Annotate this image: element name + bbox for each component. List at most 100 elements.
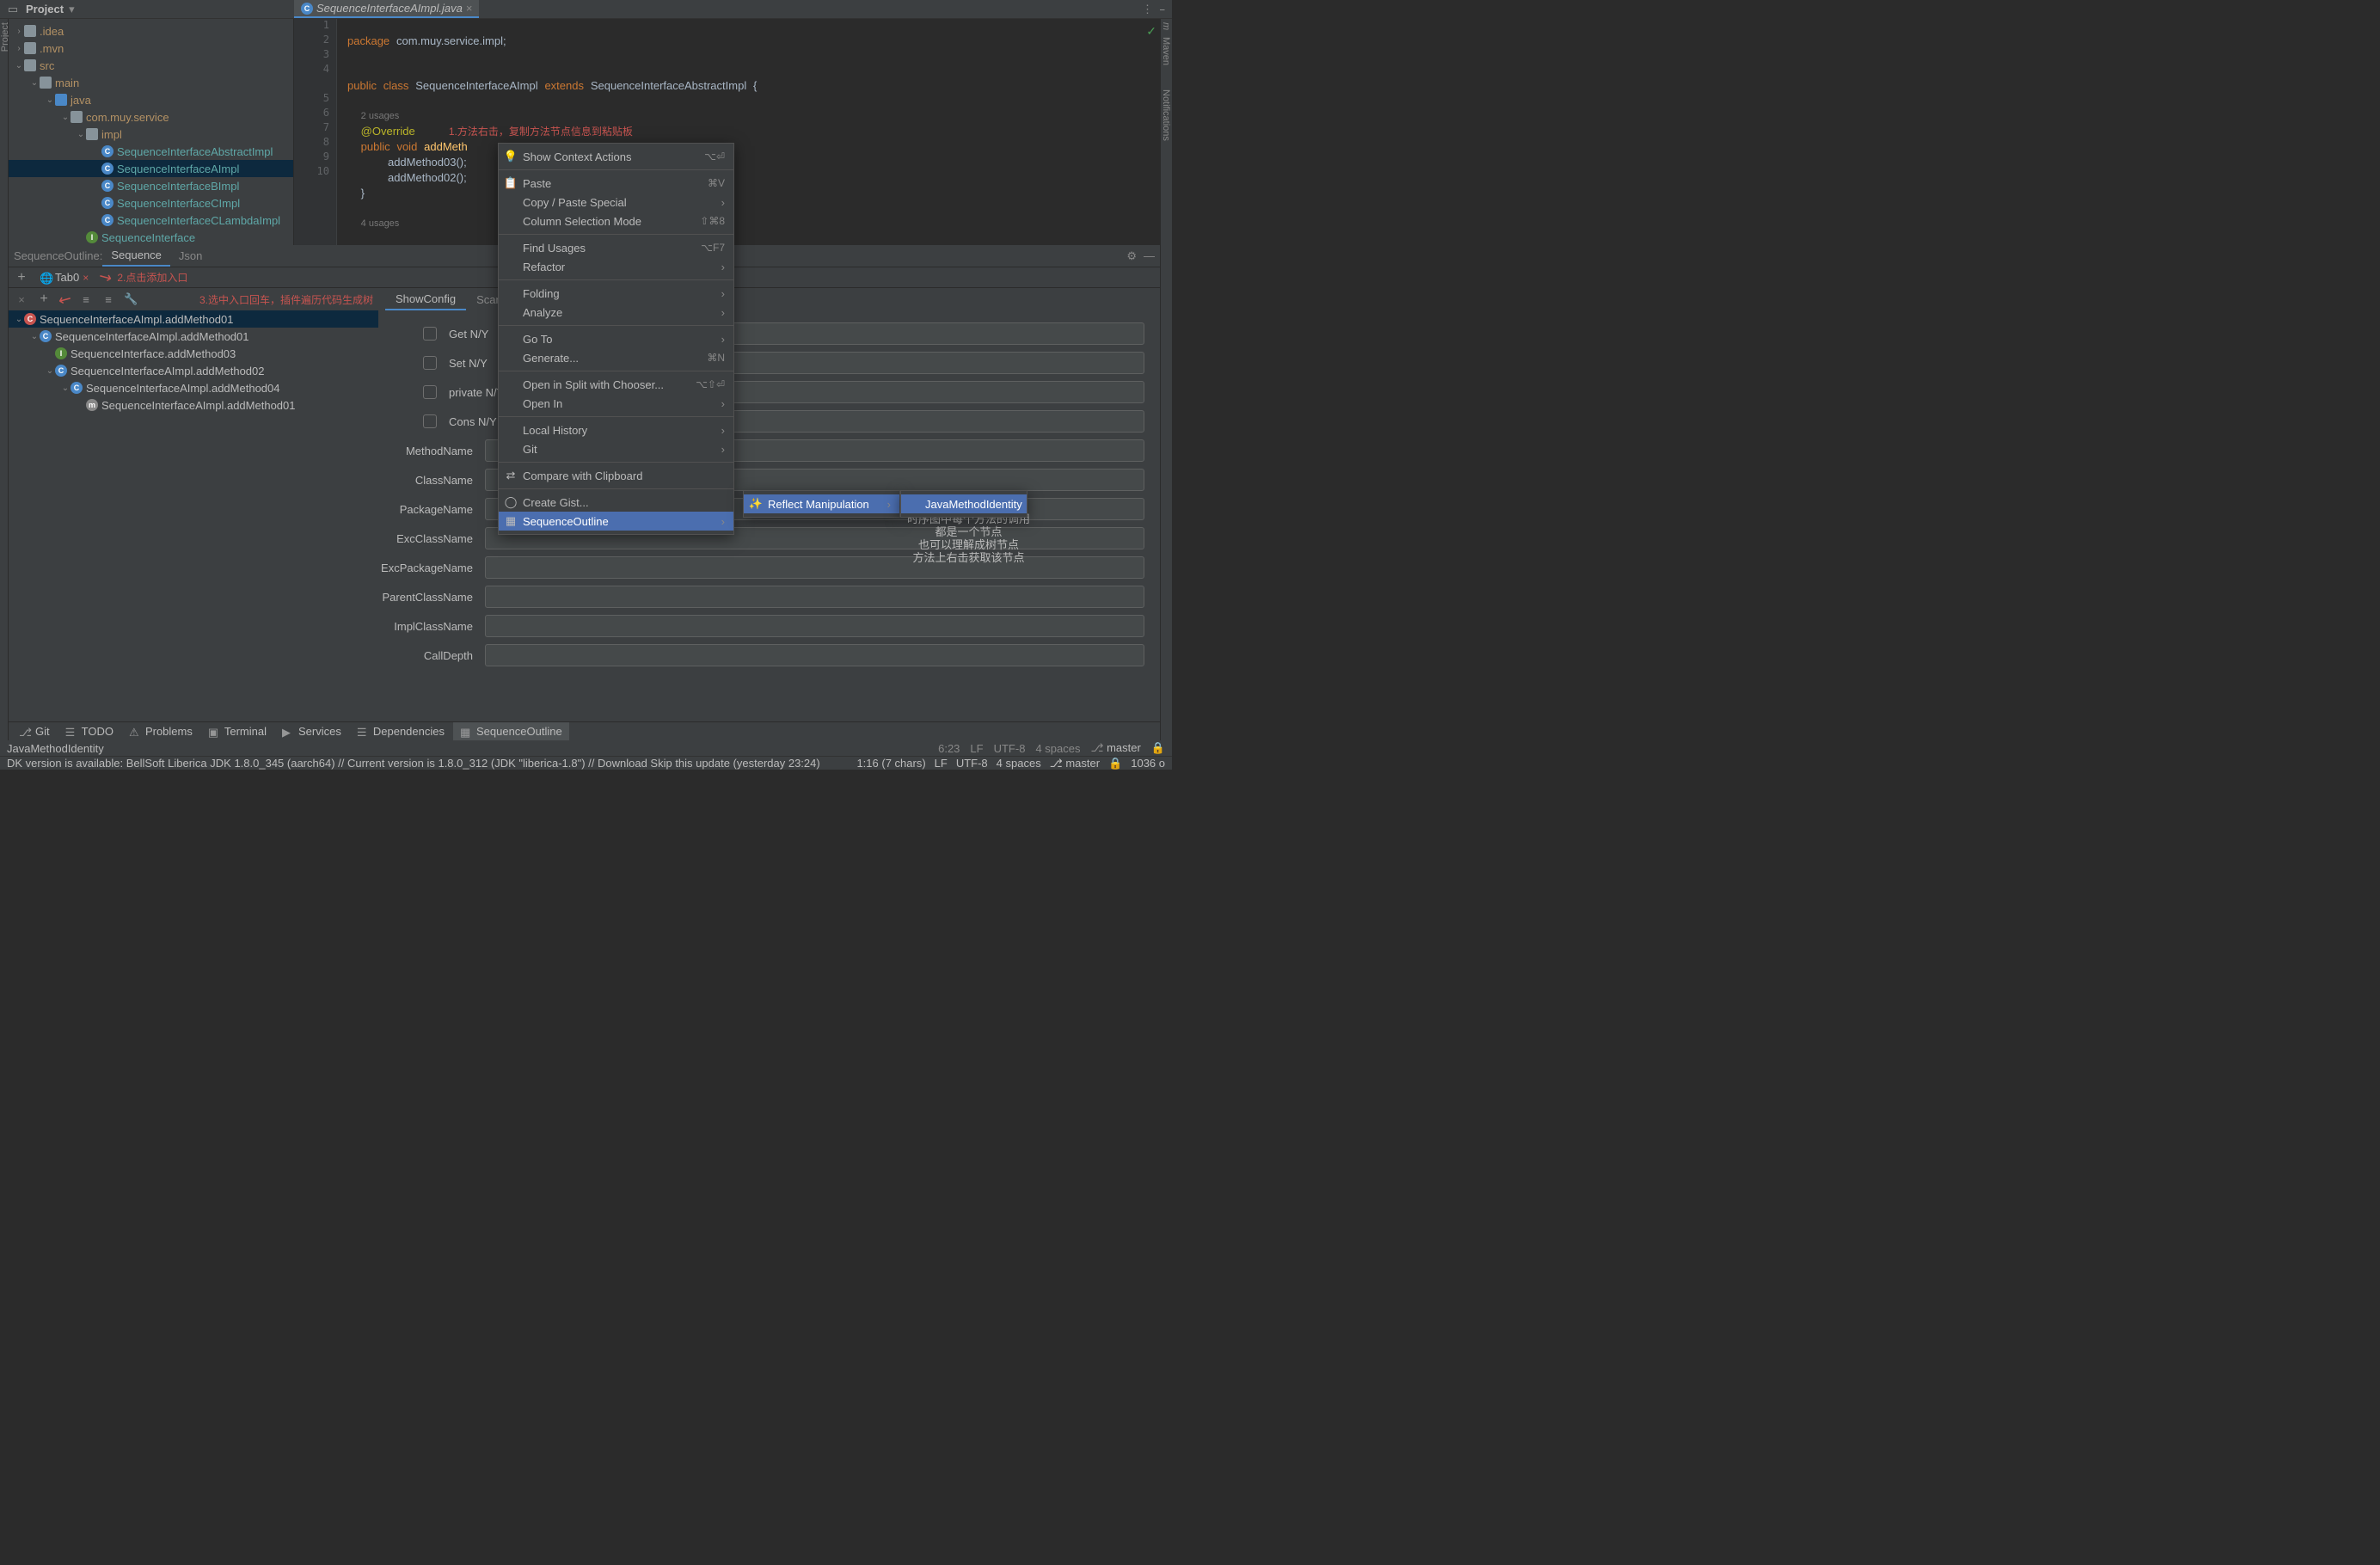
add-button[interactable]: +	[36, 292, 52, 307]
expand-icon[interactable]: ⌄	[76, 129, 86, 139]
menu-item[interactable]: Open in Split with Chooser...⌥⇧⏎	[499, 375, 733, 394]
tree-item[interactable]: CSequenceInterfaceCLambdaImpl	[9, 212, 293, 229]
indent[interactable]: 4 spaces	[1035, 742, 1080, 755]
menu-item[interactable]: 💡Show Context Actions⌥⏎	[499, 147, 733, 166]
line-sep[interactable]: LF	[970, 742, 983, 755]
cursor-pos2[interactable]: 1:16 (7 chars)	[856, 757, 925, 770]
menu-item[interactable]: Local History›	[499, 420, 733, 439]
tree-item[interactable]: CSequenceInterfaceAbstractImpl	[9, 143, 293, 160]
collapse-icon[interactable]: ≡	[101, 292, 116, 307]
expand-icon[interactable]: ⌄	[60, 112, 71, 122]
seq-tree-item[interactable]: ⌄CSequenceInterfaceAImpl.addMethod04	[9, 379, 378, 396]
tree-item[interactable]: CSequenceInterfaceAImpl	[9, 160, 293, 177]
tree-item[interactable]: ISequenceInterface	[9, 229, 293, 246]
menu-item[interactable]: Open In›	[499, 394, 733, 413]
expand-icon[interactable]: ⌄	[29, 77, 40, 88]
lock-icon[interactable]: 🔒	[1151, 741, 1165, 755]
menu-item[interactable]: Find Usages⌥F7	[499, 238, 733, 257]
tab-json[interactable]: Json	[170, 246, 211, 266]
menu-item[interactable]: Folding›	[499, 284, 733, 303]
close-icon[interactable]: ×	[83, 272, 89, 284]
menu-item[interactable]: Copy / Paste Special›	[499, 193, 733, 212]
checkbox[interactable]	[423, 356, 437, 370]
tree-item[interactable]: ⌄java	[9, 91, 293, 108]
menu-item[interactable]: Generate...⌘N	[499, 348, 733, 367]
expand-icon[interactable]	[45, 348, 55, 359]
expand-icon[interactable]: ⌄	[60, 383, 71, 393]
stripe-maven[interactable]: Maven	[1161, 34, 1171, 69]
tab0[interactable]: 🌐 Tab0 ×	[34, 269, 94, 285]
encoding[interactable]: UTF-8	[994, 742, 1026, 755]
expand-icon[interactable]: ⌄	[14, 314, 24, 324]
stripe-notifications[interactable]: Notifications	[1161, 86, 1171, 144]
seq-tree-item[interactable]: ⌄CSequenceInterfaceAImpl.addMethod02	[9, 362, 378, 379]
expand-icon[interactable]: ⌄	[45, 95, 55, 105]
toolwin-problems[interactable]: ⚠Problems	[122, 722, 199, 740]
toolwin-sequenceoutline[interactable]: ▦SequenceOutline	[453, 722, 569, 740]
toolwin-terminal[interactable]: ▣Terminal	[201, 722, 273, 740]
dropdown-icon[interactable]: ▾	[69, 3, 75, 16]
menu-item[interactable]: ◯Create Gist...	[499, 493, 733, 512]
editor-tab-active[interactable]: C SequenceInterfaceAImpl.java ×	[294, 0, 479, 18]
expand-icon[interactable]: ›	[14, 26, 24, 36]
menu-item[interactable]: ▦SequenceOutline›	[499, 512, 733, 531]
stripe-m[interactable]: m	[1161, 19, 1171, 34]
expand-icon[interactable]: ≡	[78, 292, 94, 307]
menu-item[interactable]: ⇄Compare with Clipboard	[499, 466, 733, 485]
expand-icon[interactable]	[91, 146, 101, 156]
expand-icon[interactable]	[91, 181, 101, 191]
tree-item[interactable]: CSequenceInterfaceCImpl	[9, 194, 293, 212]
submenu-item[interactable]: ✨Reflect Manipulation›	[744, 494, 899, 513]
minimize-icon[interactable]: —	[1144, 249, 1155, 263]
wrench-icon[interactable]: 🔧	[123, 292, 138, 307]
toolwin-todo[interactable]: ☰TODO	[58, 722, 120, 740]
tree-item[interactable]: CSequenceInterfaceBImpl	[9, 177, 293, 194]
expand-icon[interactable]: ⌄	[45, 365, 55, 376]
checkbox[interactable]	[423, 327, 437, 341]
close-icon[interactable]: ×	[466, 2, 473, 15]
tab-showconfig[interactable]: ShowConfig	[385, 289, 466, 310]
seq-tree-item[interactable]: ⌄CSequenceInterfaceAImpl.addMethod01	[9, 310, 378, 328]
expand-icon[interactable]	[91, 198, 101, 208]
menu-item[interactable]: 📋Paste⌘V	[499, 174, 733, 193]
branch[interactable]: ⎇ master	[1090, 741, 1140, 755]
project-title[interactable]: Project	[26, 3, 64, 15]
expand-icon[interactable]: ⌄	[14, 60, 24, 71]
menu-item[interactable]: Go To›	[499, 329, 733, 348]
seq-tree-item[interactable]: ISequenceInterface.addMethod03	[9, 345, 378, 362]
expand-icon[interactable]: ⌄	[29, 331, 40, 341]
expand-icon[interactable]	[76, 232, 86, 242]
menu-item[interactable]: Analyze›	[499, 303, 733, 322]
cursor-pos[interactable]: 6:23	[938, 742, 960, 755]
checkbox[interactable]	[423, 385, 437, 399]
menu-item[interactable]: Column Selection Mode⇧⌘8	[499, 212, 733, 230]
tree-item[interactable]: ⌄impl	[9, 126, 293, 143]
expand-icon[interactable]	[76, 400, 86, 410]
expand-icon[interactable]: ›	[14, 43, 24, 53]
tree-item[interactable]: ⌄src	[9, 57, 293, 74]
expand-icon[interactable]	[91, 215, 101, 225]
tree-item[interactable]: ›.mvn	[9, 40, 293, 57]
checkbox[interactable]	[423, 414, 437, 428]
gear-icon[interactable]: ⚙	[1126, 249, 1137, 263]
tree-item[interactable]: ›.idea	[9, 22, 293, 40]
toolwin-dependencies[interactable]: ☰Dependencies	[350, 722, 451, 740]
text-input[interactable]	[485, 615, 1144, 637]
tab-sequence[interactable]: Sequence	[102, 245, 170, 267]
toolwin-git[interactable]: ⎇Git	[12, 722, 57, 740]
seq-tree-item[interactable]: mSequenceInterfaceAImpl.addMethod01	[9, 396, 378, 414]
tree-item[interactable]: ⌄com.muy.service	[9, 108, 293, 126]
submenu-item[interactable]: JavaMethodIdentity	[901, 494, 1027, 513]
menu-item[interactable]: Refactor›	[499, 257, 733, 276]
toolwin-services[interactable]: ▶Services	[275, 722, 348, 740]
expand-icon[interactable]	[91, 163, 101, 174]
text-input[interactable]	[485, 556, 1144, 579]
text-input[interactable]	[485, 586, 1144, 608]
code-area[interactable]: package com.muy.service.impl; public cla…	[347, 19, 1143, 245]
more-icon[interactable]: ⋮	[1142, 3, 1153, 16]
text-input[interactable]	[485, 644, 1144, 666]
tree-item[interactable]: ⌄main	[9, 74, 293, 91]
jdk-message[interactable]: DK version is available: BellSoft Liberi…	[7, 757, 820, 770]
seq-tree-item[interactable]: ⌄CSequenceInterfaceAImpl.addMethod01	[9, 328, 378, 345]
menu-item[interactable]: Git›	[499, 439, 733, 458]
